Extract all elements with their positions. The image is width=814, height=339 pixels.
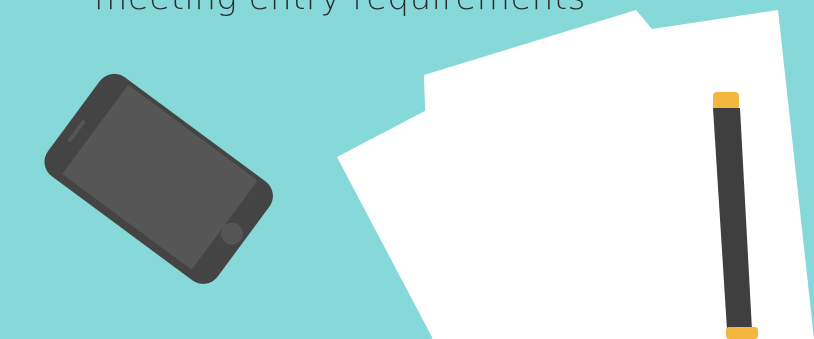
scene: meeting entry requirements [0,0,814,339]
pen-bottom-cap [726,327,758,339]
illustration [44,10,814,339]
pen-top-cap [713,92,739,110]
smartphone-icon [44,73,273,284]
